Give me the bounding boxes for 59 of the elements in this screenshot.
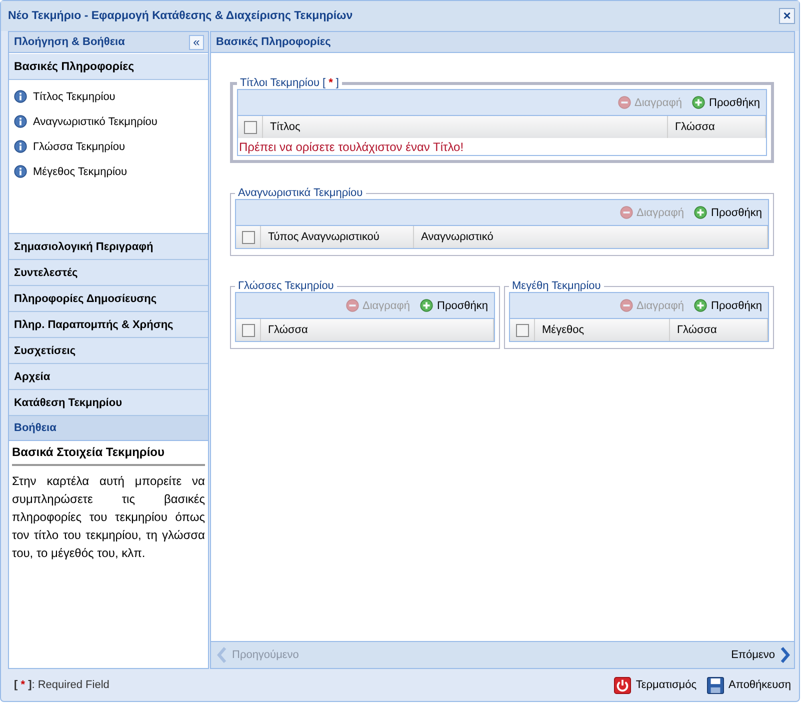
accordion-header[interactable]: Κατάθεση Τεκμηρίου [9, 390, 208, 416]
add-button[interactable]: Προσθήκη [420, 299, 488, 312]
power-icon [614, 676, 631, 694]
accordion-header[interactable]: Πληρ. Παραπομπής & Χρήσης [9, 312, 208, 338]
plus-icon [692, 96, 706, 109]
nav-link[interactable]: Μέγεθος Τεκμηρίου [33, 166, 128, 178]
column-header[interactable]: Γλώσσα [668, 116, 766, 138]
select-all-checkbox[interactable] [516, 324, 528, 336]
nav-link[interactable]: Αναγνωριστικό Τεκμηρίου [33, 116, 158, 128]
select-all-checkbox[interactable] [244, 120, 256, 134]
help-header: Βοήθεια [9, 416, 208, 441]
select-all-checkbox[interactable] [242, 324, 254, 336]
save-button[interactable]: Αποθήκευση [706, 676, 791, 694]
accordion-header[interactable]: Αρχεία [9, 364, 208, 390]
collapse-button[interactable]: « [189, 34, 204, 50]
minus-icon [346, 299, 358, 312]
close-button[interactable]: × [779, 8, 795, 24]
accordion-header[interactable]: Συντελεστές [9, 260, 208, 286]
plus-icon [420, 299, 434, 312]
info-icon [14, 165, 27, 178]
add-button[interactable]: Προσθήκη [692, 96, 760, 109]
exit-button[interactable]: Τερματισμός [614, 676, 697, 694]
accordion-header[interactable]: Σημασιολογική Περιγραφή [9, 234, 208, 260]
column-header[interactable]: Γλώσσα [670, 319, 768, 341]
group-legend: Τίτλοι Τεκμηρίου [240, 77, 320, 89]
minus-icon [620, 299, 632, 312]
window-title: Νέο Τεκμήριο - Εφαρμογή Κατάθεσης & Διαχείρισης Τεκμηρίων [8, 10, 353, 22]
panel-title: Βασικές Πληροφορίες [216, 36, 331, 48]
chevron-right-icon [780, 647, 790, 663]
nav-link[interactable]: Τίτλος Τεκμηρίου [33, 90, 116, 102]
error-message: Πρέπει να ορίσετε τουλάχιστον έναν Τίτλο! [238, 139, 465, 155]
help-heading: Βασικά Στοιχεία Τεκμηρίου [12, 445, 205, 466]
group-legend: Γλώσσες Τεκμηρίου [238, 280, 334, 292]
next-button[interactable]: Επόμενο [731, 647, 790, 663]
accordion-header[interactable]: Συσχετίσεις [9, 338, 208, 364]
chevron-left-icon [217, 647, 227, 663]
info-icon [14, 90, 27, 103]
required-marker: [ * ] [322, 77, 339, 89]
select-all-checkbox[interactable] [242, 230, 254, 244]
info-icon [14, 115, 27, 128]
minus-icon [620, 206, 632, 219]
help-text: Στην καρτέλα αυτή μπορείτε να συμπληρώσετε τις βασικές πληροφορίες του τεκμηρίου όπως τον τίτλο του τεκμηρίου, τη γλώσσα του, το μέγεθός του, κλπ. [12, 473, 205, 562]
column-header[interactable]: Τίτλος [263, 116, 668, 138]
sidebar-title: Πλοήγηση & Βοήθεια [14, 36, 125, 48]
column-header[interactable]: Αναγνωριστικό [414, 226, 768, 248]
minus-icon [618, 96, 630, 109]
group-legend: Μεγέθη Τεκμηρίου [512, 280, 601, 292]
info-icon [14, 140, 27, 153]
add-button[interactable]: Προσθήκη [694, 206, 762, 219]
add-button[interactable]: Προσθήκη [694, 299, 762, 312]
plus-icon [694, 206, 708, 219]
column-header[interactable]: Τύπος Αναγνωριστικού [261, 226, 414, 248]
group-legend: Αναγνωριστικά Τεκμηρίου [238, 187, 363, 199]
accordion-header[interactable]: Πληροφορίες Δημοσίευσης [9, 286, 208, 312]
column-header[interactable]: Μέγεθος [535, 319, 670, 341]
nav-link[interactable]: Γλώσσα Τεκμηρίου [33, 140, 125, 152]
required-field-note: [ * ]: Required Field [14, 679, 110, 691]
accordion-header[interactable]: Βασικές Πληροφορίες [9, 53, 208, 80]
plus-icon [694, 299, 708, 312]
